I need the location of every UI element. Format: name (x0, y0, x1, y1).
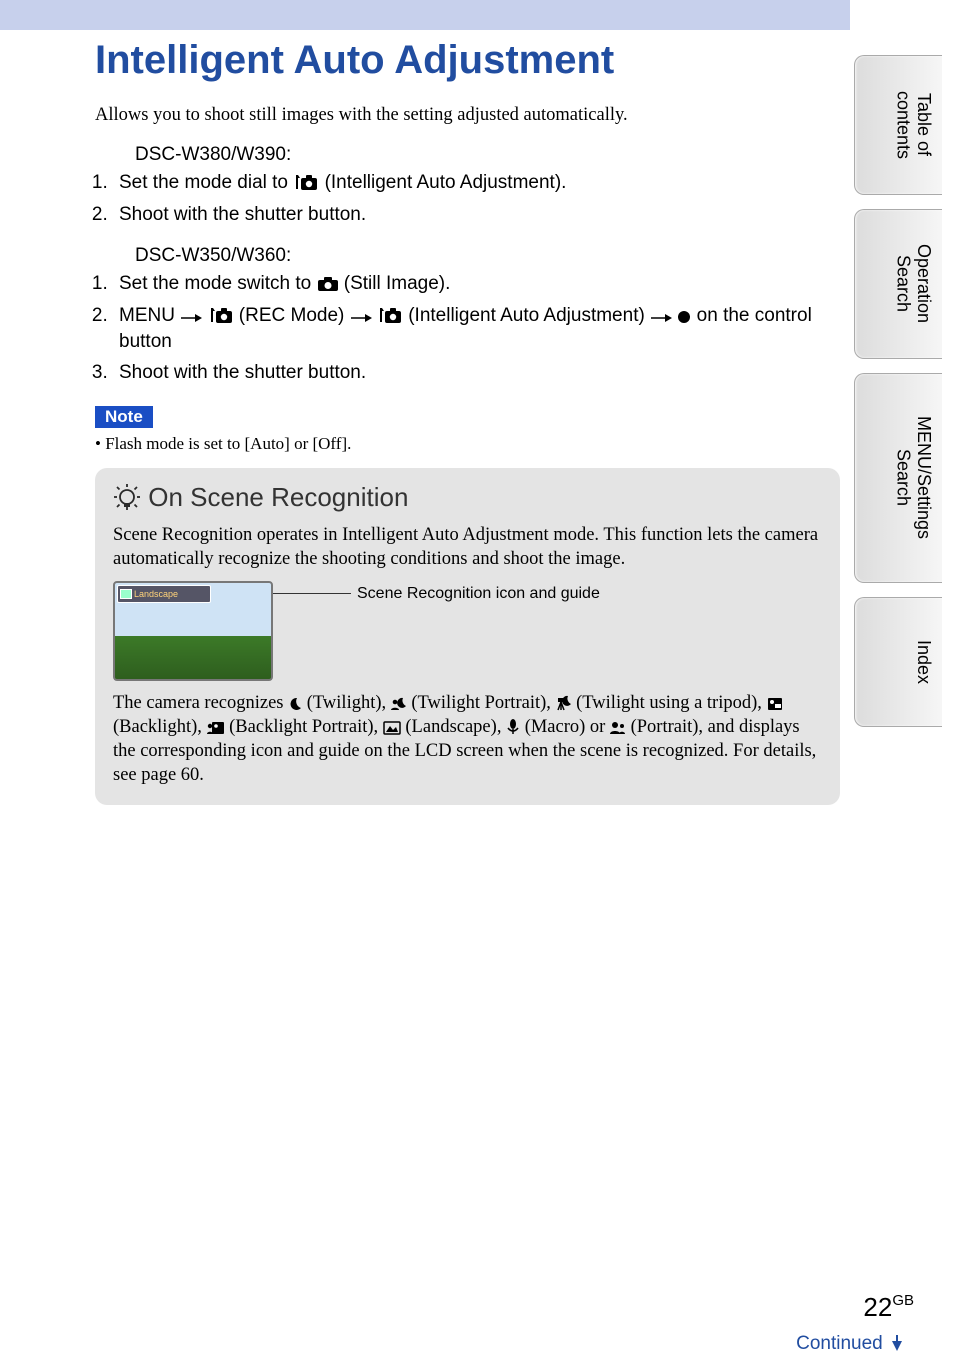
tip-title-text: On Scene Recognition (148, 482, 408, 512)
macro-icon (506, 719, 520, 735)
twilight-icon (288, 697, 302, 711)
scene-5: (Landscape) (405, 717, 496, 737)
tip-title-row: On Scene Recognition (113, 482, 822, 513)
backlight-portrait-icon (207, 721, 225, 735)
step-a1: Set the mode dial to (Intelligent Auto A… (113, 170, 840, 196)
landscape-mini-icon (120, 589, 132, 599)
note-text-content: Flash mode is set to [Auto] or [Off]. (105, 434, 351, 453)
page-number-value: 22 (863, 1292, 892, 1322)
step-b2-menu: MENU (119, 305, 180, 326)
side-tabs: Table of contents Operation Search MENU/… (854, 55, 954, 741)
joiner-or: or (590, 717, 610, 737)
scene-recognition-box: On Scene Recognition Scene Recognition o… (95, 468, 840, 805)
continued-indicator: Continued (796, 1333, 902, 1355)
arrow-down-icon (892, 1341, 902, 1351)
scene-7: (Portrait) (631, 717, 699, 737)
step-a1-text-before: Set the mode dial to (119, 172, 293, 193)
step-b2: MENU (REC Mode) (Intelligent Auto Adjust… (113, 303, 840, 354)
scene-2: (Twilight using a tripod) (576, 693, 757, 713)
step-b2-rec: (REC Mode) (239, 305, 350, 326)
steps-list-b: Set the mode switch to (Still Image). ME… (95, 271, 840, 386)
camera-icon (317, 276, 339, 292)
arrow-right-icon (650, 312, 672, 324)
lcd-callout-row: Landscape Scene Recognition icon and gui… (113, 581, 822, 681)
twilight-tripod-icon (556, 695, 572, 711)
step-a1-text-after: (Intelligent Auto Adjustment). (325, 172, 567, 193)
note-text: • Flash mode is set to [Auto] or [Off]. (95, 434, 840, 454)
twilight-portrait-icon (391, 697, 407, 711)
tab-menu-settings-search[interactable]: MENU/Settings Search (854, 373, 942, 583)
intro-text: Allows you to shoot still images with th… (95, 105, 840, 126)
lcd-overlay: Landscape (117, 585, 211, 603)
step-b3: Shoot with the shutter button. (113, 360, 840, 386)
steps-list-a: Set the mode dial to (Intelligent Auto A… (95, 170, 840, 227)
model-heading-a: DSC-W380/W390: (135, 144, 840, 166)
tip-para2: The camera recognizes (Twilight), (Twili… (113, 691, 822, 787)
arrow-right-icon (180, 312, 202, 324)
note-label: Note (95, 406, 153, 428)
page-content: Intelligent Auto Adjustment Allows you t… (95, 38, 840, 805)
lcd-overlay-text: Landscape (134, 589, 178, 599)
tab-table-of-contents[interactable]: Table of contents (854, 55, 942, 195)
scene-3: (Backlight) (113, 717, 197, 737)
step-b2-iauto: (Intelligent Auto Adjustment) (408, 305, 650, 326)
scene-1: (Twilight Portrait) (411, 693, 546, 713)
page-number-gb: GB (892, 1292, 914, 1309)
page-number: 22GB (863, 1292, 914, 1323)
callout-text: Scene Recognition icon and guide (357, 585, 600, 603)
backlight-icon (767, 697, 783, 711)
header-accent-bar (0, 0, 850, 30)
arrow-right-icon (350, 312, 372, 324)
step-b1-text-before: Set the mode switch to (119, 273, 317, 294)
step-b1: Set the mode switch to (Still Image). (113, 271, 840, 297)
step-b1-text-after: (Still Image). (344, 273, 451, 294)
para2-lead: The camera recognizes (113, 693, 288, 713)
landscape-icon (383, 721, 401, 735)
scene-6: (Macro) (525, 717, 586, 737)
model-heading-b: DSC-W350/W360: (135, 245, 840, 267)
tab-operation-search[interactable]: Operation Search (854, 209, 942, 359)
continued-text: Continued (796, 1333, 883, 1354)
i-auto-camera-icon (293, 173, 319, 191)
bulb-icon (113, 483, 141, 511)
step-a2: Shoot with the shutter button. (113, 202, 840, 228)
tab-index[interactable]: Index (854, 597, 942, 727)
scene-0: (Twilight) (307, 693, 382, 713)
i-auto-camera-icon (377, 306, 403, 324)
center-dot-icon (677, 310, 691, 324)
scene-4: (Backlight Portrait) (229, 717, 373, 737)
i-auto-camera-icon (208, 306, 234, 324)
page-title: Intelligent Auto Adjustment (95, 38, 840, 83)
tip-para1: Scene Recognition operates in Intelligen… (113, 523, 822, 571)
lcd-preview: Landscape (113, 581, 273, 681)
portrait-icon (610, 721, 626, 735)
callout-leader-line (273, 593, 351, 594)
